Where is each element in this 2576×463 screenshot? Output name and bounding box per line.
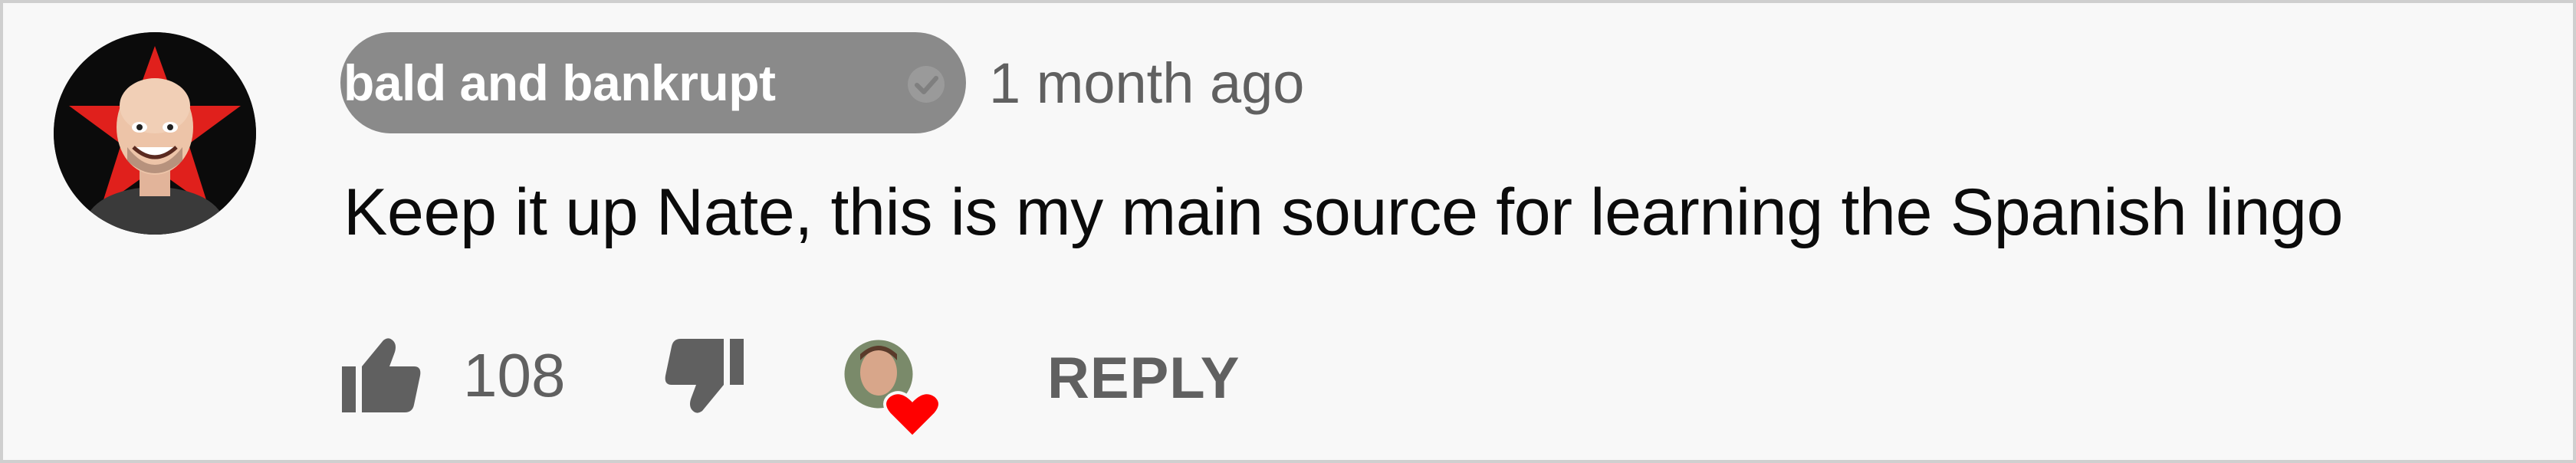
avatar-image bbox=[54, 32, 256, 235]
checkmark-icon bbox=[908, 66, 945, 103]
author-name-link[interactable]: bald and bankrupt bbox=[340, 32, 966, 133]
thumbs-up-icon[interactable] bbox=[339, 333, 425, 419]
creator-heart-icon bbox=[842, 337, 941, 439]
like-count: 108 bbox=[463, 341, 566, 409]
reply-button[interactable]: REPLY bbox=[1047, 345, 1240, 412]
comment-text: Keep it up Nate, this is my main source … bbox=[343, 176, 2344, 249]
thumbs-down-icon[interactable] bbox=[661, 333, 747, 419]
author-name: bald and bankrupt bbox=[343, 54, 776, 111]
comment-timestamp[interactable]: 1 month ago bbox=[989, 51, 1304, 116]
comment-card: bald and bankrupt 1 month ago Keep it up… bbox=[0, 0, 2576, 463]
author-avatar[interactable] bbox=[54, 32, 256, 235]
